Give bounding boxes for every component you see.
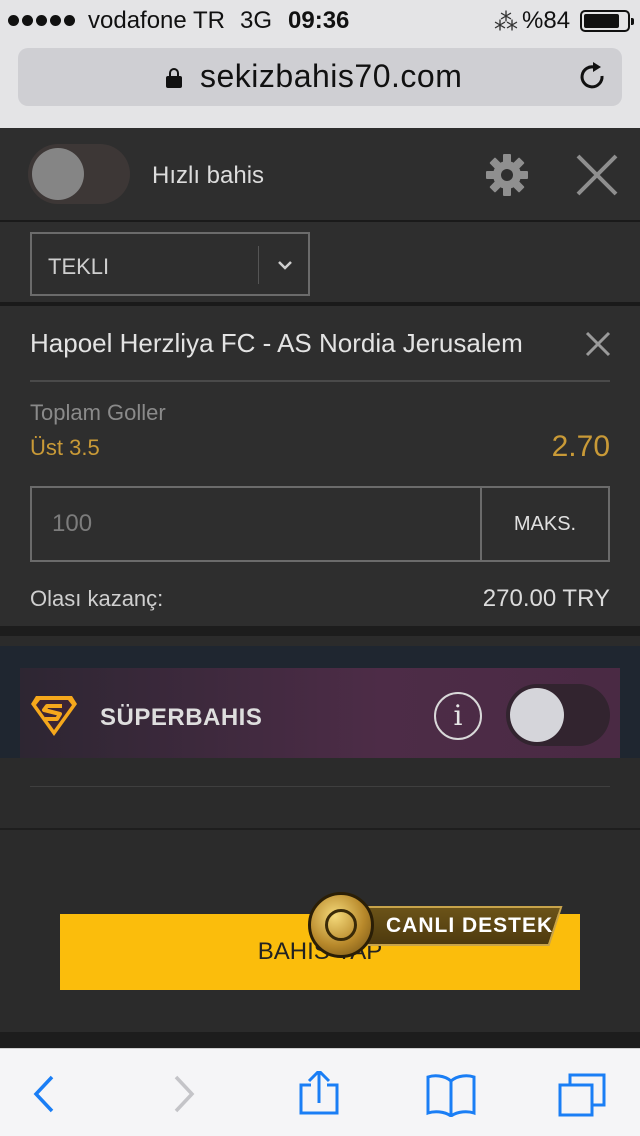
toggle-knob — [32, 148, 84, 200]
remove-bet-icon[interactable] — [584, 330, 612, 358]
chevron-down-icon — [278, 261, 292, 270]
selection-name: Üst 3.5 — [30, 435, 100, 460]
share-icon[interactable] — [294, 1071, 344, 1117]
forward-icon[interactable] — [158, 1071, 208, 1117]
network-type: 3G — [240, 7, 273, 34]
superbet-label: SÜPERBAHIS — [100, 704, 263, 731]
superbet-section: SÜPERBAHIS i — [0, 646, 640, 764]
support-medal-icon — [308, 892, 374, 958]
max-stake-button[interactable]: MAKS. — [480, 486, 610, 562]
signal-strength-icon — [8, 15, 75, 26]
battery-percent: %84 — [522, 7, 571, 34]
browser-address-bar: sekizbahis70.com — [0, 40, 640, 128]
url-text: sekizbahis70.com — [200, 58, 463, 94]
match-title: Hapoel Herzliya FC - AS Nordia Jerusalem — [30, 328, 523, 358]
section-divider — [30, 786, 610, 787]
superbet-bar: SÜPERBAHIS i — [20, 668, 620, 764]
battery-icon — [580, 10, 634, 32]
potential-win-label: Olası kazanç: — [30, 586, 164, 611]
spacer-band — [0, 758, 640, 788]
market-name: Toplam Goller — [30, 400, 166, 425]
tabs-icon[interactable] — [558, 1071, 608, 1117]
info-icon[interactable]: i — [434, 692, 482, 740]
reload-icon[interactable] — [578, 62, 608, 92]
live-support-badge[interactable]: CANLI DESTEK — [306, 888, 563, 958]
bet-type-bar: TEKLI — [0, 222, 640, 306]
odds-value: 2.70 — [551, 430, 610, 463]
betslip-header: Hızlı bahis — [0, 128, 640, 222]
card-divider — [30, 380, 610, 382]
bet-type-value: TEKLI — [48, 254, 110, 279]
potential-win-value: 270.00 TRY — [482, 585, 610, 612]
toggle-knob — [510, 688, 564, 742]
gear-icon[interactable] — [486, 154, 528, 196]
superbahis-logo-icon — [31, 696, 77, 736]
activity-spinner-icon: ⁂ — [494, 9, 518, 36]
bet-type-select[interactable]: TEKLI — [30, 232, 310, 296]
carrier-name: vodafone TR — [88, 7, 225, 34]
bottom-divider — [0, 1032, 640, 1048]
browser-toolbar — [0, 1048, 640, 1136]
close-betslip-icon[interactable] — [574, 152, 620, 198]
quick-bet-label: Hızlı bahis — [152, 162, 265, 189]
section-divider — [0, 828, 640, 830]
bookmarks-icon[interactable] — [426, 1071, 476, 1117]
url-field[interactable]: sekizbahis70.com — [18, 48, 622, 106]
superbet-toggle[interactable] — [506, 684, 610, 746]
bet-card: Hapoel Herzliya FC - AS Nordia Jerusalem… — [0, 306, 640, 636]
status-time: 09:36 — [288, 7, 350, 34]
select-divider — [258, 246, 259, 284]
stake-input[interactable] — [30, 486, 482, 562]
quick-bet-toggle[interactable] — [28, 144, 130, 204]
lock-icon — [166, 68, 182, 88]
status-bar: vodafone TR 3G 09:36 ⁂ %84 — [0, 0, 640, 40]
back-icon[interactable] — [20, 1071, 70, 1117]
support-label: CANLI DESTEK — [386, 914, 554, 937]
